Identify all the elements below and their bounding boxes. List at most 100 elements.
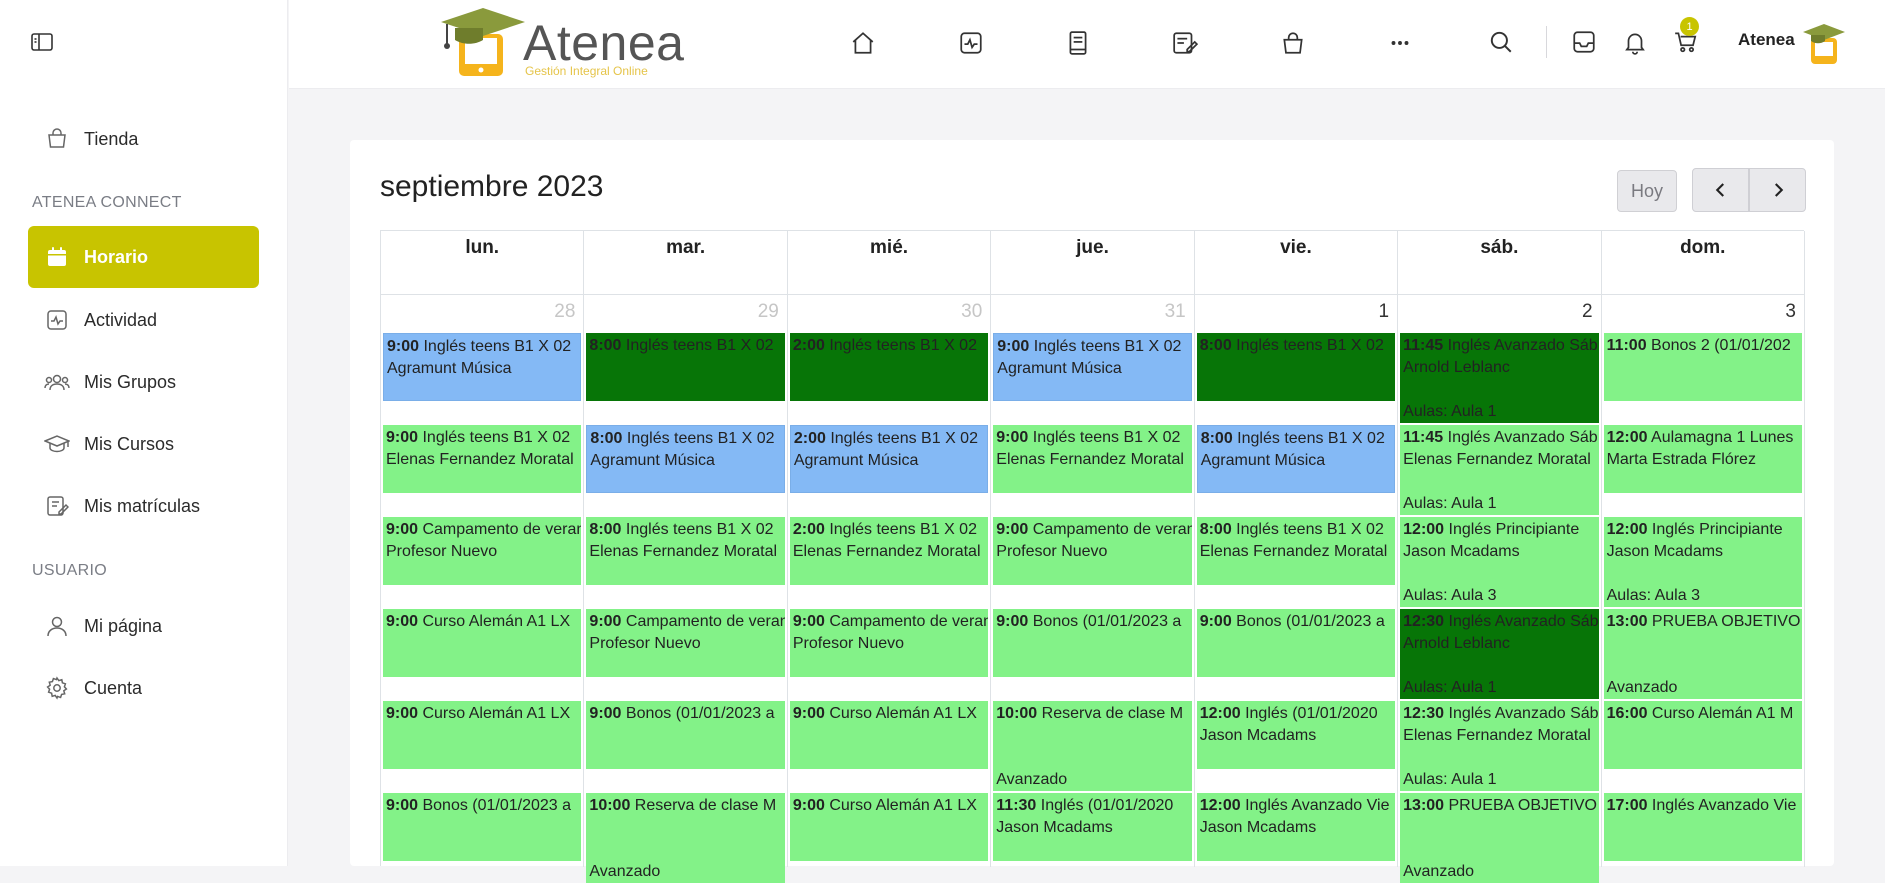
day-cell[interactable]: 1 8:00 Inglés teens B1 X 02 8:00 Inglés te… <box>1195 295 1399 867</box>
day-cell[interactable]: 28 9:00 Inglés teens B1 X 02 Agramunt Músi… <box>381 295 585 867</box>
calendar-event[interactable]: 9:00 Bonos (01/01/2023 a <box>993 609 1192 677</box>
inbox-icon[interactable] <box>1569 27 1599 57</box>
bag-icon <box>44 126 70 152</box>
sidebar-item-horario[interactable]: Horario <box>28 226 259 288</box>
today-button[interactable]: Hoy <box>1617 170 1677 212</box>
bell-icon[interactable] <box>1620 27 1650 57</box>
calendar-event[interactable]: 9:00 Curso Alemán A1 LX <box>789 793 989 861</box>
sidebar-item-mis-matriculas[interactable]: Mis matrículas <box>28 475 259 537</box>
calendar-event[interactable]: 10:00 Reserva de clase M Avanzado <box>586 793 785 883</box>
calendar-event[interactable]: 9:00 Campamento de verano Profesor Nuevo <box>993 517 1192 585</box>
calendar-event[interactable]: 8:00 Inglés teens B1 X 02 Agramunt Música <box>586 425 785 493</box>
event-title: Inglés Principiante <box>1647 521 1783 538</box>
calendar-event[interactable]: 9:00 Bonos (01/01/2023 a <box>586 701 785 769</box>
event-detail: Aulas: Aula 1 <box>1403 495 1497 512</box>
sidebar-item-mis-grupos[interactable]: Mis Grupos <box>28 351 259 413</box>
event-time: 16:00 <box>1606 705 1648 722</box>
calendar-event[interactable]: 12:00 Inglés Avanzado Vie Jason Mcadams <box>1196 793 1396 861</box>
event-time: 11:00 <box>1606 337 1647 354</box>
calendar-event[interactable]: 9:00 Campamento de verano Profesor Nuevo <box>586 609 785 677</box>
event-teacher: Elenas Fernandez Moratal <box>589 543 778 560</box>
weekday-header: dom. <box>1601 231 1805 295</box>
calendar-event[interactable]: 11:00 Bonos 2 (01/01/202 <box>1603 333 1802 401</box>
day-number: 28 <box>554 301 576 322</box>
book-icon[interactable] <box>1063 28 1093 58</box>
day-cell[interactable]: 29 8:00 Inglés teens B1 X 02 8:00 Inglés t… <box>584 295 788 883</box>
calendar-event[interactable]: 9:00 Curso Alemán A1 LX <box>383 609 582 677</box>
event-time: 11:45 <box>1403 337 1444 354</box>
event-time: 9:00 <box>996 613 1029 630</box>
more-icon[interactable] <box>1385 28 1415 58</box>
sidebar-item-mis-cursos[interactable]: Mis Cursos <box>28 413 259 475</box>
day-cell[interactable]: 3 11:00 Bonos 2 (01/01/202 12:00 Aulamagna… <box>1602 295 1805 867</box>
calendar-event[interactable]: 12:00 Inglés Principiante Jason Mcadams Au… <box>1400 517 1599 607</box>
calendar-event[interactable]: 9:00 Inglés teens B1 X 02 Elenas Fernande… <box>383 425 582 493</box>
calendar-event[interactable]: 13:00 PRUEBA OBJETIVO Avanzado <box>1603 609 1802 699</box>
calendar-event[interactable]: 9:00 Campamento de verano Profesor Nuevo <box>789 609 989 677</box>
home-icon[interactable] <box>848 28 878 58</box>
day-cell[interactable]: 30 2:00 Inglés teens B1 X 02 2:00 Inglés t… <box>788 295 992 867</box>
calendar-event[interactable]: 9:00 Bonos (01/01/2023 a <box>1196 609 1396 677</box>
calendar-event[interactable]: 9:00 Inglés teens B1 X 02 Agramunt Música <box>993 333 1192 401</box>
activity-nav-icon[interactable] <box>956 28 986 58</box>
calendar-event[interactable]: 12:00 Inglés Principiante Jason Mcadams Au… <box>1603 517 1802 607</box>
event-teacher: Jason Mcadams <box>1606 543 1724 560</box>
shop-bag-icon[interactable] <box>1278 28 1308 58</box>
sidebar-item-tienda[interactable]: Tienda <box>28 108 259 170</box>
event-time: 8:00 <box>1200 430 1233 447</box>
day-cell[interactable]: 31 9:00 Inglés teens B1 X 02 Agramunt Músi… <box>991 295 1195 867</box>
event-detail: Aulas: Aula 1 <box>1403 403 1497 420</box>
calendar-event[interactable]: 9:00 Bonos (01/01/2023 a <box>383 793 582 861</box>
calendar-event[interactable]: 8:00 Inglés teens B1 X 02 Elenas Fernande… <box>586 517 785 585</box>
event-title: Inglés teens B1 X 02 <box>1232 430 1385 447</box>
avatar[interactable] <box>1801 20 1847 66</box>
sidebar-item-actividad[interactable]: Actividad <box>28 289 259 351</box>
event-title: Inglés teens B1 X 02 <box>418 429 571 446</box>
calendar-event[interactable]: 9:00 Curso Alemán A1 LX <box>383 701 582 769</box>
calendar-event[interactable]: 12:30 Inglés Avanzado Sáb Arnold Leblanc A… <box>1400 609 1599 699</box>
calendar-event[interactable]: 11:45 Inglés Avanzado Sáb Elenas Fernande… <box>1400 425 1599 515</box>
search-icon[interactable] <box>1486 27 1516 57</box>
day-number: 30 <box>961 301 983 322</box>
calendar-event[interactable]: 12:30 Inglés Avanzado Sáb Elenas Fernande… <box>1400 701 1599 791</box>
calendar-event[interactable]: 17:00 Inglés Avanzado Vie <box>1603 793 1802 861</box>
event-title: Inglés teens B1 X 02 <box>825 430 978 447</box>
event-title: PRUEBA OBJETIVO <box>1647 613 1801 630</box>
calendar-event[interactable]: 9:00 Inglés teens B1 X 02 Agramunt Música <box>383 333 582 401</box>
event-time: 11:30 <box>996 797 1037 814</box>
prev-month-button[interactable] <box>1692 168 1749 212</box>
event-time: 9:00 <box>997 338 1030 355</box>
calendar-event[interactable]: 13:00 PRUEBA OBJETIVO Avanzado <box>1400 793 1599 883</box>
calendar-event[interactable]: 8:00 Inglés teens B1 X 02 <box>586 333 785 401</box>
sidebar-item-cuenta[interactable]: Cuenta <box>28 657 259 719</box>
calendar-event[interactable]: 2:00 Inglés teens B1 X 02 <box>789 333 989 401</box>
event-teacher: Profesor Nuevo <box>996 543 1108 560</box>
weekday-header: lun. <box>381 231 585 295</box>
calendar-event[interactable]: 10:00 Reserva de clase M Avanzado <box>993 701 1192 791</box>
sidebar-item-label: Mis Cursos <box>84 433 175 454</box>
event-time: 9:00 <box>589 705 622 722</box>
calendar-event[interactable]: 9:00 Curso Alemán A1 LX <box>789 701 989 769</box>
event-teacher: Jason Mcadams <box>1403 543 1520 560</box>
calendar-event[interactable]: 11:30 Inglés (01/01/2020 Jason Mcadams <box>993 793 1192 861</box>
calendar-event[interactable]: 2:00 Inglés teens B1 X 02 Agramunt Música <box>789 425 989 493</box>
calendar-event[interactable]: 2:00 Inglés teens B1 X 02 Elenas Fernande… <box>789 517 989 585</box>
event-title: Bonos (01/01/2023 a <box>1028 613 1182 630</box>
event-teacher: Jason Mcadams <box>1199 819 1317 836</box>
calendar-event[interactable]: 16:00 Curso Alemán A1 M <box>1603 701 1802 769</box>
calendar-event[interactable]: 9:00 Inglés teens B1 X 02 Elenas Fernande… <box>993 425 1192 493</box>
day-cell[interactable]: 2 11:45 Inglés Avanzado Sáb Arnold Leblanc… <box>1398 295 1602 883</box>
calendar-event[interactable]: 12:00 Aulamagna 1 Lunes Marta Estrada Fló… <box>1603 425 1802 493</box>
calendar-event[interactable]: 8:00 Inglés teens B1 X 02 <box>1196 333 1396 401</box>
enrollment-nav-icon[interactable] <box>1170 28 1200 58</box>
calendar-event[interactable]: 12:00 Inglés (01/01/2020 Jason Mcadams <box>1196 701 1396 769</box>
calendar-event[interactable]: 8:00 Inglés teens B1 X 02 Agramunt Música <box>1196 425 1396 493</box>
atenea-logo[interactable]: Atenea Gestión Integral Online <box>439 4 684 80</box>
calendar-event[interactable]: 11:45 Inglés Avanzado Sáb Arnold Leblanc A… <box>1400 333 1599 423</box>
calendar-event[interactable]: 9:00 Campamento de verano Profesor Nuevo <box>383 517 582 585</box>
sidebar-toggle-icon[interactable] <box>30 30 54 54</box>
next-month-button[interactable] <box>1749 168 1806 212</box>
calendar-event[interactable]: 8:00 Inglés teens B1 X 02 Elenas Fernande… <box>1196 517 1396 585</box>
user-name[interactable]: Atenea <box>1738 30 1795 50</box>
sidebar-item-mi-pagina[interactable]: Mi página <box>28 595 259 657</box>
